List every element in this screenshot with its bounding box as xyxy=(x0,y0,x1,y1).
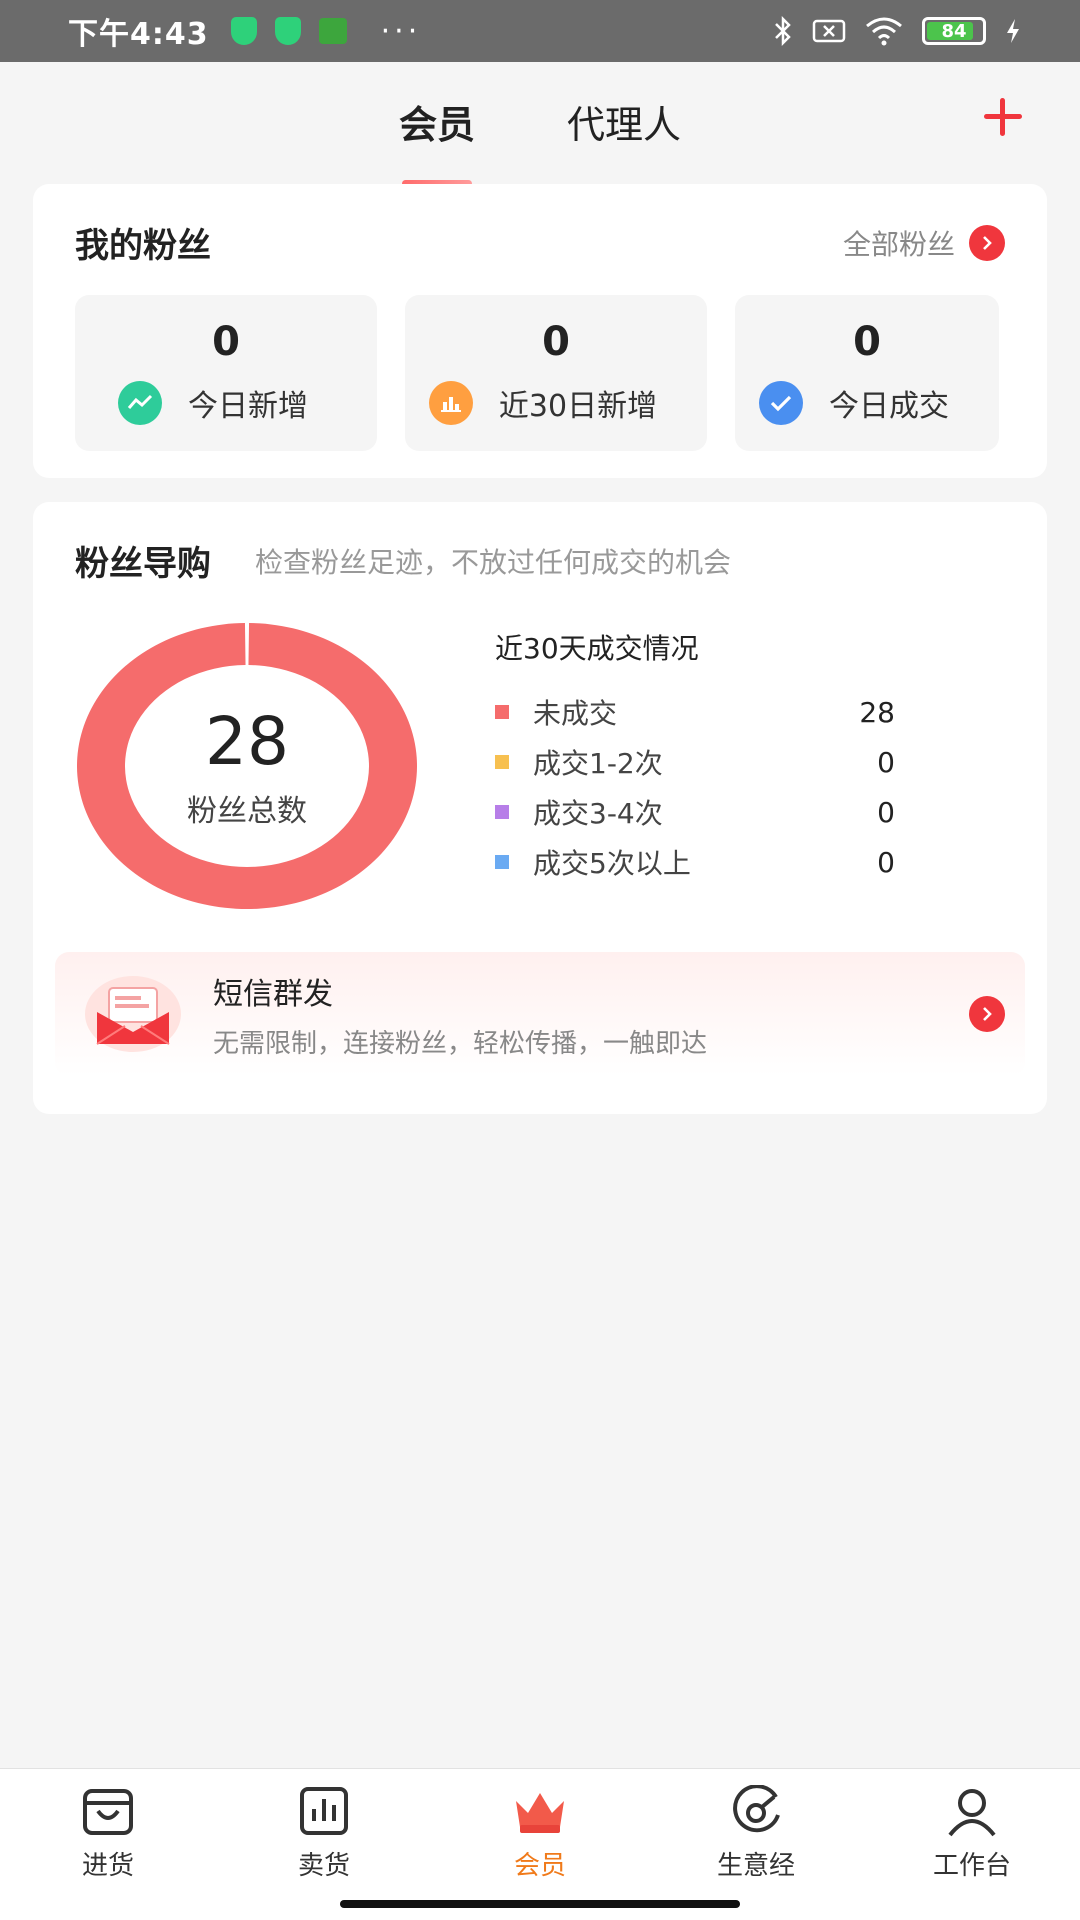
shield-icon xyxy=(230,17,257,45)
all-fans-link[interactable]: 全部粉丝 xyxy=(843,223,1005,263)
trend-icon xyxy=(118,381,162,425)
nav-label: 进货 xyxy=(81,1851,134,1881)
person-icon xyxy=(948,1789,996,1837)
shield-icon xyxy=(274,17,301,45)
stat-label-row: 近30日新增 xyxy=(428,381,658,425)
charging-icon xyxy=(1007,19,1019,43)
legend-title: 近30天成交情况 xyxy=(495,632,699,665)
legend-item-no-deal: 未成交 28 xyxy=(495,687,895,737)
bottom-nav: 进货 卖货 会员 生意经 工作台 xyxy=(0,1768,1080,1920)
compass-icon xyxy=(733,1785,780,1833)
fans-guide-header: 粉丝导购 检查粉丝足迹，不放过任何成交的机会 xyxy=(75,536,1005,585)
legend-swatch xyxy=(495,855,509,869)
donut-chart[interactable]: 28 粉丝总数 xyxy=(75,621,495,921)
envelope-icon xyxy=(83,974,183,1054)
stat-30day-new[interactable]: 0 近30日新增 xyxy=(405,295,707,451)
legend-swatch xyxy=(495,805,509,819)
legend-swatch xyxy=(495,755,509,769)
stat-value: 0 xyxy=(212,319,240,365)
sms-desc: 无需限制，连接粉丝，轻松传播，一触即达 xyxy=(213,1028,708,1059)
stat-today-deal[interactable]: 0 今日成交 xyxy=(735,295,999,451)
legend-value: 0 xyxy=(877,745,895,779)
tab-agent[interactable]: 代理人 xyxy=(567,94,681,149)
bluetooth-icon xyxy=(775,16,791,46)
status-system-icons: 84 xyxy=(772,16,1022,46)
app-notification-icon xyxy=(318,18,347,44)
nav-label: 生意经 xyxy=(716,1851,795,1881)
status-notification-icons: ··· xyxy=(230,13,422,49)
deal-legend: 近30天成交情况 未成交 28 成交1-2次 0 成交3-4次 0 成交5次以上… xyxy=(495,621,895,921)
home-indicator xyxy=(340,1900,740,1908)
stat-label: 近30日新增 xyxy=(498,389,658,424)
donut-center: 28 粉丝总数 xyxy=(75,621,419,911)
fans-total: 28 xyxy=(205,702,289,780)
legend-swatch xyxy=(495,705,509,719)
battery-level: 84 xyxy=(941,20,967,42)
bar-chart-icon xyxy=(300,1787,348,1835)
stat-label: 今日成交 xyxy=(829,389,949,424)
stat-label-row: 今日新增 xyxy=(118,381,308,425)
chevron-right-icon[interactable] xyxy=(969,996,1005,1032)
nav-label: 卖货 xyxy=(297,1851,350,1881)
status-bar: 下午4:43 ··· 84 xyxy=(0,0,1080,62)
more-dots-icon: ··· xyxy=(380,13,422,49)
chevron-right-icon xyxy=(969,224,1005,261)
legend-item-deal-1-2: 成交1-2次 0 xyxy=(495,737,895,787)
nav-label: 工作台 xyxy=(932,1851,1011,1881)
sim-none-icon xyxy=(812,19,846,43)
stat-label-row: 今日成交 xyxy=(759,381,949,425)
sms-title: 短信群发 xyxy=(213,976,333,1012)
nav-label: 会员 xyxy=(513,1851,566,1881)
legend-name: 成交5次以上 xyxy=(533,847,691,880)
stat-label: 今日新增 xyxy=(188,389,308,424)
add-button[interactable] xyxy=(978,92,1028,142)
nav-item-workbench[interactable]: 工作台 xyxy=(864,1785,1080,1920)
fans-total-label: 粉丝总数 xyxy=(187,793,307,829)
crown-icon xyxy=(516,1793,564,1833)
fans-guide-subtitle: 检查粉丝足迹，不放过任何成交的机会 xyxy=(255,545,732,579)
status-time: 下午4:43 xyxy=(68,17,209,52)
my-fans-header: 我的粉丝 全部粉丝 xyxy=(75,218,1005,267)
my-fans-card: 我的粉丝 全部粉丝 0 今日新增 0 近30日新增 0 今日成交 xyxy=(33,184,1047,478)
tab-member[interactable]: 会员 xyxy=(399,94,475,149)
deal-chart-area: 28 粉丝总数 近30天成交情况 未成交 28 成交1-2次 0 成交3-4次 … xyxy=(75,621,1005,921)
wifi-icon xyxy=(866,17,902,46)
fans-stats-row: 0 今日新增 0 近30日新增 0 今日成交 xyxy=(75,295,1005,451)
legend-name: 成交1-2次 xyxy=(533,747,663,780)
bar-chart-icon xyxy=(428,381,473,425)
fans-guide-title: 粉丝导购 xyxy=(75,544,211,584)
check-icon xyxy=(759,381,803,425)
battery-icon: 84 xyxy=(922,17,986,45)
fans-guide-card: 粉丝导购 检查粉丝足迹，不放过任何成交的机会 28 粉丝总数 近30天成交情况 … xyxy=(33,502,1047,1114)
bag-icon xyxy=(83,1789,133,1835)
legend-value: 28 xyxy=(859,695,895,729)
stat-value: 0 xyxy=(853,319,881,365)
my-fans-title: 我的粉丝 xyxy=(75,226,211,266)
legend-item-deal-5-plus: 成交5次以上 0 xyxy=(495,837,895,887)
all-fans-label: 全部粉丝 xyxy=(842,227,955,261)
legend-item-deal-3-4: 成交3-4次 0 xyxy=(495,787,895,837)
stat-value: 0 xyxy=(542,319,570,365)
nav-item-purchase[interactable]: 进货 xyxy=(0,1785,216,1920)
legend-name: 成交3-4次 xyxy=(533,797,663,830)
legend-name: 未成交 xyxy=(533,697,618,730)
sms-broadcast-banner[interactable]: 短信群发 无需限制，连接粉丝，轻松传播，一触即达 xyxy=(55,952,1025,1076)
top-tabs: 会员 代理人 xyxy=(0,62,1080,180)
sms-texts: 短信群发 无需限制，连接粉丝，轻松传播，一触即达 xyxy=(213,969,969,1060)
stat-today-new[interactable]: 0 今日新增 xyxy=(75,295,377,451)
legend-value: 0 xyxy=(877,795,895,829)
legend-value: 0 xyxy=(877,845,895,879)
